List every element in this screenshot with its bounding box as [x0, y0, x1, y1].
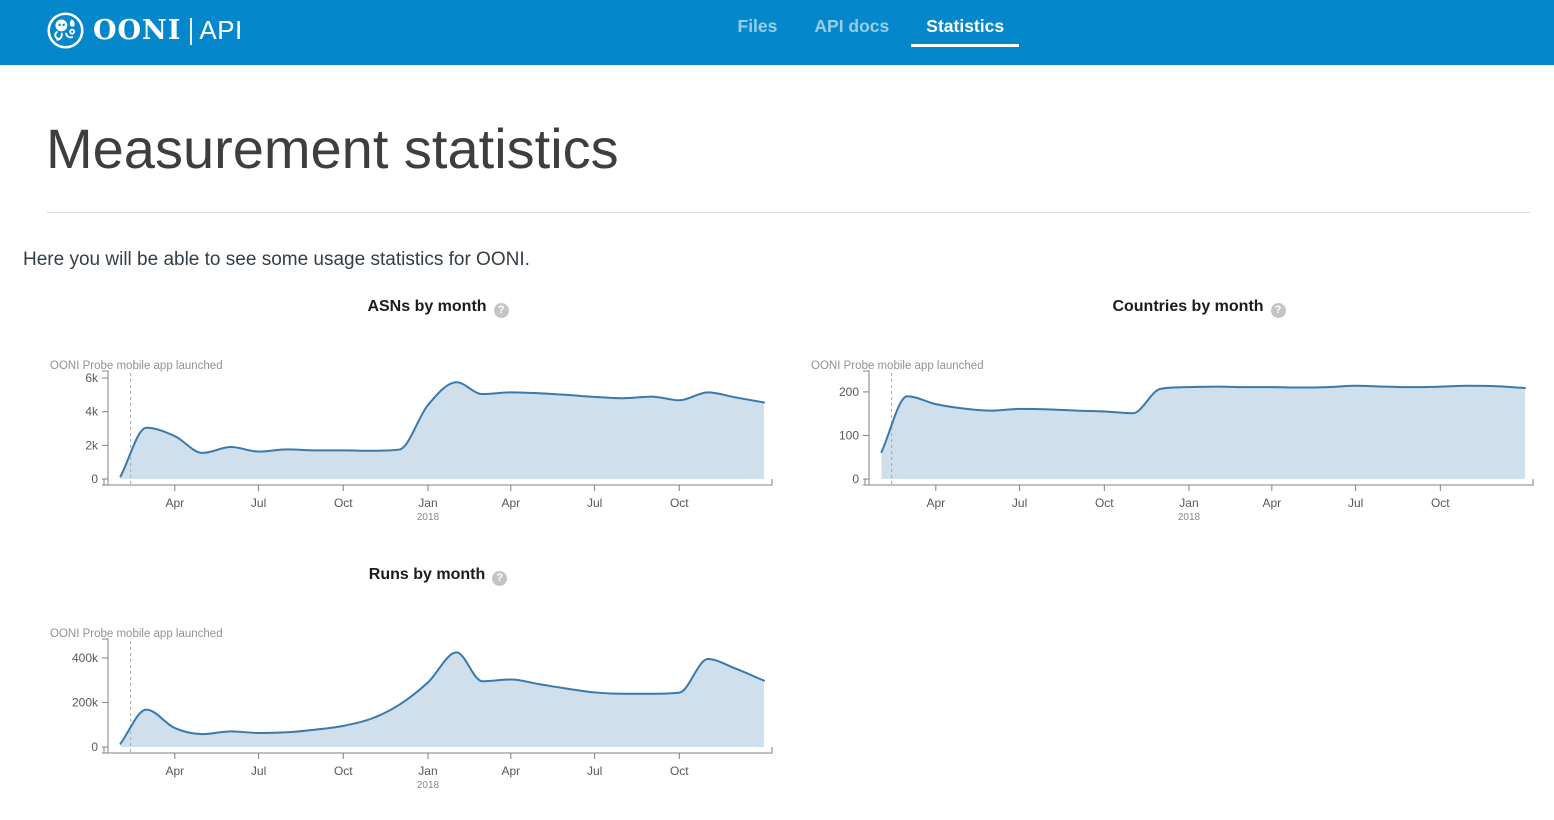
area-fill [121, 382, 765, 479]
x-tick-label: Apr [501, 764, 520, 778]
brand-name: OONI [93, 15, 181, 46]
x-tick-label: Oct [670, 764, 689, 778]
x-tick-label: Jul [587, 496, 602, 510]
chart-title-text: Runs by month [369, 566, 485, 583]
y-tick-label: 200k [72, 695, 99, 709]
ooni-octopus-icon [46, 11, 85, 50]
nav-item-api-docs[interactable]: API docs [799, 0, 904, 47]
top-navbar: OONI API Files API docs Statistics [0, 0, 1554, 65]
countries-chart-plot: 0 100 200 Apr Jul Oct Jan 2018 Apr Jul Oct OONI Pro… [801, 353, 1541, 531]
brand-logo[interactable]: OONI API [46, 11, 243, 50]
nav-item-statistics[interactable]: Statistics [911, 0, 1019, 47]
x-tick-label: Jul [1012, 496, 1027, 510]
x-tick-label: Oct [1431, 496, 1450, 510]
x-tick-sublabel: 2018 [1178, 512, 1201, 523]
x-axis [104, 479, 772, 485]
nav-item-files[interactable]: Files [723, 0, 793, 47]
y-axis [102, 639, 108, 753]
brand-product: API [199, 15, 242, 46]
x-tick-label: Jul [251, 764, 266, 778]
y-tick-label: 2k [85, 438, 99, 452]
y-tick-label: 100 [839, 428, 859, 442]
x-tick-label: Oct [334, 764, 353, 778]
x-tick-sublabel: 2018 [417, 512, 440, 523]
y-tick-label: 4k [85, 405, 99, 419]
page-title: Measurement statistics [46, 116, 619, 181]
y-tick-label: 0 [91, 740, 98, 754]
area-fill [882, 386, 1526, 479]
x-tick-label: Jan [1179, 496, 1198, 510]
x-tick-label: Jul [251, 496, 266, 510]
y-tick-label: 6k [85, 371, 99, 385]
x-tick-label: Jul [1348, 496, 1363, 510]
help-icon[interactable]: ? [492, 571, 507, 586]
runs-chart-plot: 0 200k 400k Apr Jul Oct Jan 2018 Apr Jul Oct OONI P… [40, 621, 780, 799]
asns-chart-plot: 0 2k 4k 6k Apr Jul Oct Jan 2018 Apr Jul Oct OONI Pro… [40, 353, 780, 531]
help-icon[interactable]: ? [1271, 303, 1286, 318]
x-tick-label: Oct [334, 496, 353, 510]
intro-text: Here you will be able to see some usage … [23, 249, 530, 271]
x-tick-label: Apr [1262, 496, 1281, 510]
chart-title-text: ASNs by month [367, 298, 486, 315]
chart-title: Runs by month? [40, 566, 780, 586]
annotation-label: OONI Probe mobile app launched [50, 628, 223, 640]
chart-title: ASNs by month? [40, 298, 780, 318]
x-tick-label: Oct [1095, 496, 1114, 510]
x-tick-label: Jul [587, 764, 602, 778]
y-tick-label: 400k [72, 651, 99, 665]
x-tick-label: Apr [165, 764, 184, 778]
y-axis [102, 371, 108, 485]
brand-separator [190, 18, 192, 45]
x-tick-label: Jan [418, 496, 437, 510]
main-nav: Files API docs Statistics [719, 0, 1023, 47]
divider [47, 212, 1530, 213]
y-tick-label: 0 [91, 472, 98, 486]
ooni-api-statistics-page: OONI API Files API docs Statistics Measu… [0, 0, 1554, 820]
x-axis [865, 479, 1533, 485]
chart-title-text: Countries by month [1112, 298, 1263, 315]
y-tick-label: 200 [839, 385, 859, 399]
x-tick-label: Oct [670, 496, 689, 510]
x-tick-sublabel: 2018 [417, 780, 440, 791]
y-tick-label: 0 [852, 472, 859, 486]
y-axis [863, 371, 869, 485]
x-axis [104, 747, 772, 753]
help-icon[interactable]: ? [494, 303, 509, 318]
x-tick-label: Apr [165, 496, 184, 510]
chart-runs-by-month: Runs by month? 0 200k 400k Apr Jul Oct Jan 2018… [40, 556, 780, 804]
x-tick-label: Apr [926, 496, 945, 510]
x-tick-label: Apr [501, 496, 520, 510]
chart-asns-by-month: ASNs by month? 0 2k 4k 6k Apr Jul Oct Jan 2018 Ap… [40, 288, 780, 536]
chart-title: Countries by month? [801, 298, 1541, 318]
annotation-label: OONI Probe mobile app launched [811, 360, 984, 372]
chart-countries-by-month: Countries by month? 0 100 200 Apr Jul Oct Jan 2… [801, 288, 1541, 536]
annotation-label: OONI Probe mobile app launched [50, 360, 223, 372]
x-tick-label: Jan [418, 764, 437, 778]
